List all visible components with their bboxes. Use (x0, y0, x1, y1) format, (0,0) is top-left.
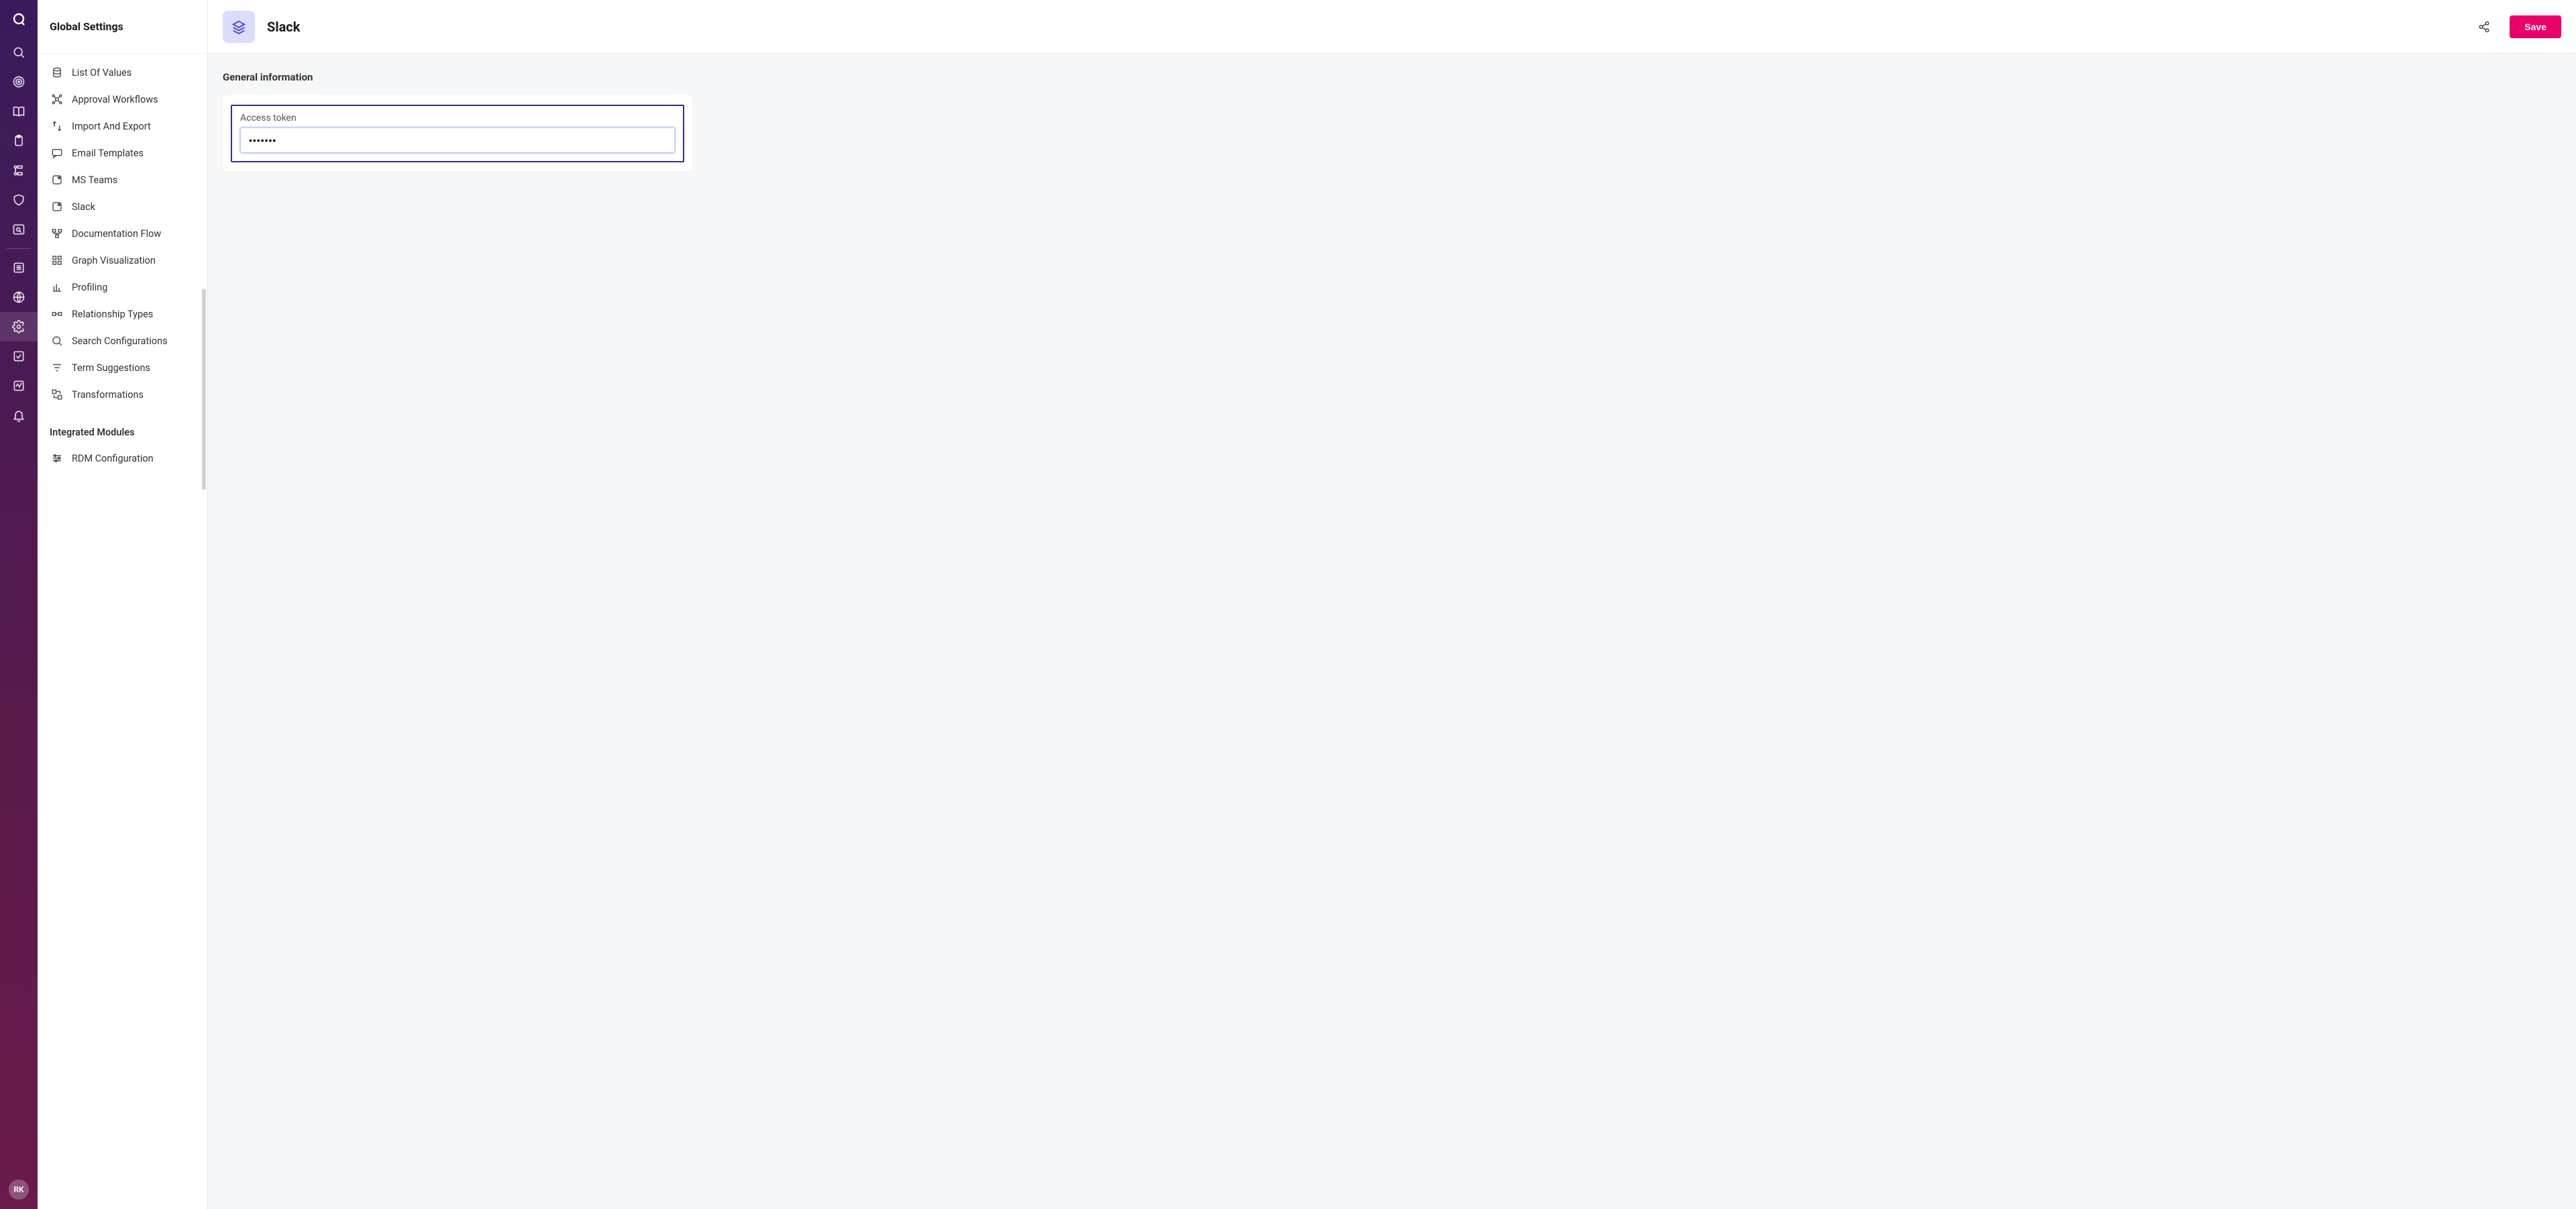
relationship-icon (51, 308, 63, 320)
content-area: General information Access token (208, 54, 2576, 189)
sidebar-item-ms-teams[interactable]: MS Teams (38, 166, 207, 193)
sidebar-item-label: MS Teams (72, 174, 117, 186)
sidebar-item-graph-visualization[interactable]: Graph Visualization (38, 247, 207, 274)
rail-search-doc[interactable] (0, 215, 38, 244)
list-icon (12, 261, 25, 274)
sidebar-item-term-suggestions[interactable]: Term Suggestions (38, 354, 207, 381)
rail-hierarchy[interactable] (0, 156, 38, 185)
rail-check[interactable] (0, 341, 38, 371)
sidebar-item-label: Slack (72, 201, 95, 213)
sidebar-item-label: Approval Workflows (72, 94, 158, 105)
sidebar-item-label: Email Templates (72, 148, 144, 159)
form-card: Access token (223, 95, 692, 172)
sidebar-item-approval-workflows[interactable]: Approval Workflows (38, 86, 207, 113)
sidebar-item-email-templates[interactable]: Email Templates (38, 140, 207, 166)
database-icon (51, 66, 63, 78)
globe-icon (12, 291, 25, 304)
hierarchy-icon (12, 164, 25, 177)
page-title: Slack (267, 19, 300, 35)
rail-settings[interactable] (0, 312, 38, 341)
activity-icon (12, 379, 25, 392)
sidebar-item-label: Import And Export (72, 121, 151, 132)
user-avatar[interactable]: RK (9, 1179, 29, 1200)
flow-icon (51, 227, 63, 240)
access-token-label: Access token (240, 113, 675, 123)
sidebar-item-rdm-configuration[interactable]: RDM Configuration (38, 445, 207, 472)
clipboard-icon (12, 134, 25, 148)
book-icon (12, 105, 25, 118)
main-header: Slack Save (208, 0, 2576, 54)
access-token-input[interactable] (242, 129, 673, 151)
sidebar-item-import-and-export[interactable]: Import And Export (38, 113, 207, 140)
search-icon (51, 335, 63, 347)
grid-icon (51, 254, 63, 266)
sidebar-header: Global Settings (38, 0, 207, 54)
rail-divider (7, 248, 31, 249)
search-icon (12, 46, 25, 59)
search-doc-icon (12, 223, 25, 236)
save-button[interactable]: Save (2510, 15, 2561, 38)
sidebar-item-profiling[interactable]: Profiling (38, 274, 207, 301)
sidebar-item-label: Relationship Types (72, 309, 153, 320)
shield-icon (12, 193, 25, 207)
sidebar-item-slack[interactable]: Slack (38, 193, 207, 220)
access-token-field: Access token (231, 105, 684, 162)
settings-sidebar: Global Settings List Of Values Approval W… (38, 0, 208, 1209)
rail-shield[interactable] (0, 185, 38, 215)
rail-target[interactable] (0, 67, 38, 97)
sliders-icon (51, 452, 63, 464)
logo-icon (11, 11, 27, 27)
section-title: General information (223, 71, 2561, 83)
sidebar-item-label: Search Configurations (72, 335, 168, 347)
scrollbar-thumb[interactable] (202, 288, 206, 490)
icon-rail: RK (0, 0, 38, 1209)
rail-search[interactable] (0, 38, 38, 67)
share-button[interactable] (2471, 13, 2498, 40)
target-icon (12, 75, 25, 89)
sidebar-item-label: Documentation Flow (72, 228, 161, 240)
rail-bell[interactable] (0, 401, 38, 430)
rail-clipboard[interactable] (0, 126, 38, 156)
avatar-initials: RK (13, 1185, 23, 1194)
rail-book[interactable] (0, 97, 38, 126)
sidebar-section-header: Integrated Modules (38, 408, 207, 445)
access-token-input-wrap (240, 127, 675, 153)
import-export-icon (51, 120, 63, 132)
message-icon (51, 147, 63, 159)
teams-icon (51, 174, 63, 186)
rail-activity[interactable] (0, 371, 38, 401)
rail-globe[interactable] (0, 282, 38, 312)
sidebar-item-search-configurations[interactable]: Search Configurations (38, 327, 207, 354)
app-logo[interactable] (0, 0, 38, 38)
sidebar-item-label: Graph Visualization (72, 255, 156, 266)
sidebar-item-relationship-types[interactable]: Relationship Types (38, 301, 207, 327)
workflow-icon (51, 93, 63, 105)
sidebar-item-documentation-flow[interactable]: Documentation Flow (38, 220, 207, 247)
bell-icon (12, 409, 25, 422)
sidebar-item-label: List Of Values (72, 67, 131, 78)
sidebar-item-list-of-values[interactable]: List Of Values (38, 59, 207, 86)
sidebar-item-label: Term Suggestions (72, 362, 150, 374)
header-title-icon (223, 11, 255, 43)
bar-icon (51, 281, 63, 293)
sidebar-scroll[interactable]: List Of Values Approval Workflows Import A… (38, 54, 207, 1209)
slack-icon (51, 201, 63, 213)
share-icon (2478, 21, 2490, 33)
main-area: Slack Save General information Access to… (208, 0, 2576, 1209)
sidebar-item-label: Transformations (72, 389, 144, 401)
sidebar-item-label: RDM Configuration (72, 453, 154, 464)
check-square-icon (12, 350, 25, 363)
gear-icon (12, 320, 25, 333)
sidebar-item-label: Profiling (72, 282, 107, 293)
layers-icon (231, 19, 246, 34)
sidebar-title: Global Settings (50, 20, 123, 33)
sidebar-item-transformations[interactable]: Transformations (38, 381, 207, 408)
filter-icon (51, 362, 63, 374)
transform-icon (51, 388, 63, 401)
rail-list[interactable] (0, 253, 38, 282)
